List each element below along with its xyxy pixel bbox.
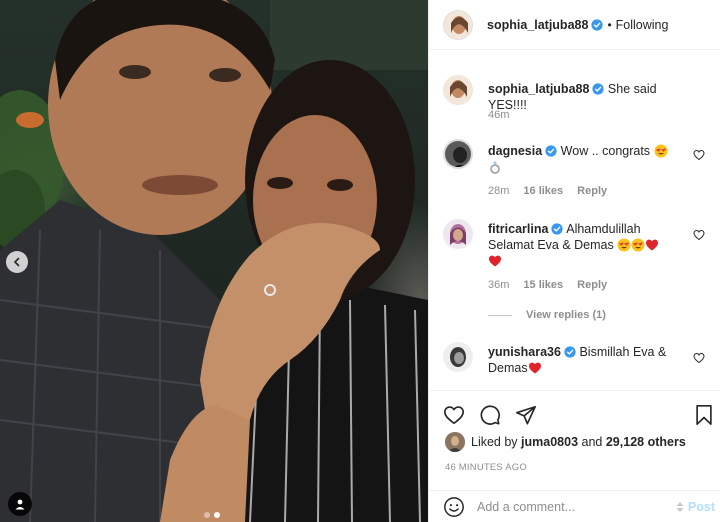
comment-like-heart-icon[interactable] [693,149,705,161]
comment-likes-count[interactable]: 15 likes [523,279,563,291]
comment-text: dagnesia Wow .. congrats [488,143,688,175]
comment-time: 36m [488,279,510,291]
chevron-left-icon [13,257,20,267]
avatar-image [443,219,473,249]
comment-text: fitricarlina Alhamdulillah Selamat Eva &… [488,221,688,269]
verified-badge-icon [551,223,564,235]
post-comment-button[interactable]: Post [675,500,715,514]
comment-item: yunishara36 Bismillah Eva & Demas [443,342,709,390]
avatar-image [443,342,473,372]
heart-icon[interactable] [443,404,465,426]
heart-eyes-emoji-icon [654,144,668,158]
commenter-avatar[interactable] [443,139,473,169]
comment-time: 28m [488,185,510,197]
paper-plane-icon[interactable] [515,404,537,426]
liked-by-user[interactable]: juma0803 [521,435,578,449]
photo-illustration [0,0,428,522]
commenter-avatar[interactable] [443,342,473,372]
red-heart-emoji-icon [489,255,501,267]
liked-by-row: Liked by juma0803 and 29,128 others [445,432,686,452]
carousel-dot-active [214,512,220,518]
red-heart-emoji-icon [528,362,541,374]
heart-eyes-emoji-icon [631,238,645,252]
speech-bubble-icon[interactable] [479,404,501,426]
reply-button[interactable]: Reply [577,279,607,291]
liked-by-prefix: Liked by [471,435,518,449]
verified-badge-icon [591,18,604,31]
following-button[interactable]: Following [616,18,669,32]
comment-item: dagnesia Wow .. congrats 28m 16 likes Re… [443,139,709,199]
liker-avatar[interactable] [445,432,465,452]
red-heart-emoji-icon [646,239,659,251]
author-avatar[interactable] [443,75,473,105]
heart-eyes-emoji-icon [617,238,631,252]
comment-body-line2: Demas [488,361,528,375]
comment-composer: Post [429,490,720,522]
user-tag-icon [15,499,25,510]
verified-badge-icon [592,83,605,95]
verified-badge-icon [564,346,576,358]
comment-username[interactable]: yunishara36 [488,345,561,359]
caption-item: sophia_latjuba88 She said YES!!!! 46m [443,75,709,121]
comment-likes-count[interactable]: 16 likes [523,185,563,197]
comment-username[interactable]: fitricarlina [488,222,548,236]
smiley-icon[interactable] [443,496,465,518]
bookmark-icon[interactable] [693,404,715,426]
comment-meta: 28m 16 likes Reply [488,185,607,197]
caption-text: sophia_latjuba88 She said YES!!!! [488,81,688,113]
avatar-image [444,10,472,39]
post-actions [429,390,720,434]
ring-emoji-icon [490,161,500,174]
author-avatar[interactable] [443,9,473,40]
view-replies-button[interactable]: View replies (1) [488,309,606,321]
post-button-label: Post [687,500,715,514]
verified-badge-icon [545,145,557,157]
avatar-image [445,432,465,452]
caption-meta: 46m [488,109,509,121]
reply-button[interactable]: Reply [577,185,607,197]
view-replies-label: View replies (1) [526,309,606,321]
liked-by-and: and [581,435,603,449]
liked-by-count[interactable]: 29,128 others [606,435,686,449]
post-timestamp[interactable]: 46 MINUTES AGO [445,462,527,473]
carousel-prev-button[interactable] [6,251,28,273]
caption-time: 46m [488,109,510,121]
comment-body-line2: Selamat Eva & Demas [488,238,614,252]
comment-body-line1: Bismillah Eva & [579,345,667,359]
replies-divider [488,314,512,316]
avatar-image [443,75,473,105]
comment-input[interactable] [477,499,657,514]
comment-item: fitricarlina Alhamdulillah Selamat Eva &… [443,219,709,329]
comment-username[interactable]: dagnesia [488,144,542,158]
commenter-avatar[interactable] [443,219,473,249]
comment-like-heart-icon[interactable] [693,229,705,241]
carousel-dot [204,512,210,518]
carousel-indicator [204,512,220,518]
user-tags-button[interactable] [8,492,32,516]
comment-body: Wow .. congrats [560,144,651,158]
comments-list[interactable]: sophia_latjuba88 She said YES!!!! 46m da… [429,51,720,390]
avatar-image [445,141,471,167]
post-header: sophia_latjuba88 • Following [429,0,720,50]
spinner-arrows-icon [676,502,684,512]
comment-meta: 36m 15 likes Reply [488,279,607,291]
comment-body-line1: Alhamdulillah [566,222,641,236]
comment-like-heart-icon[interactable] [693,352,705,364]
post-detail-panel: sophia_latjuba88 • Following sophia_latj… [428,0,720,522]
post-photo[interactable] [0,0,428,522]
header-separator: • [607,17,612,32]
author-username[interactable]: sophia_latjuba88 [487,18,588,32]
caption-username[interactable]: sophia_latjuba88 [488,82,589,96]
comment-text: yunishara36 Bismillah Eva & Demas [488,344,688,376]
